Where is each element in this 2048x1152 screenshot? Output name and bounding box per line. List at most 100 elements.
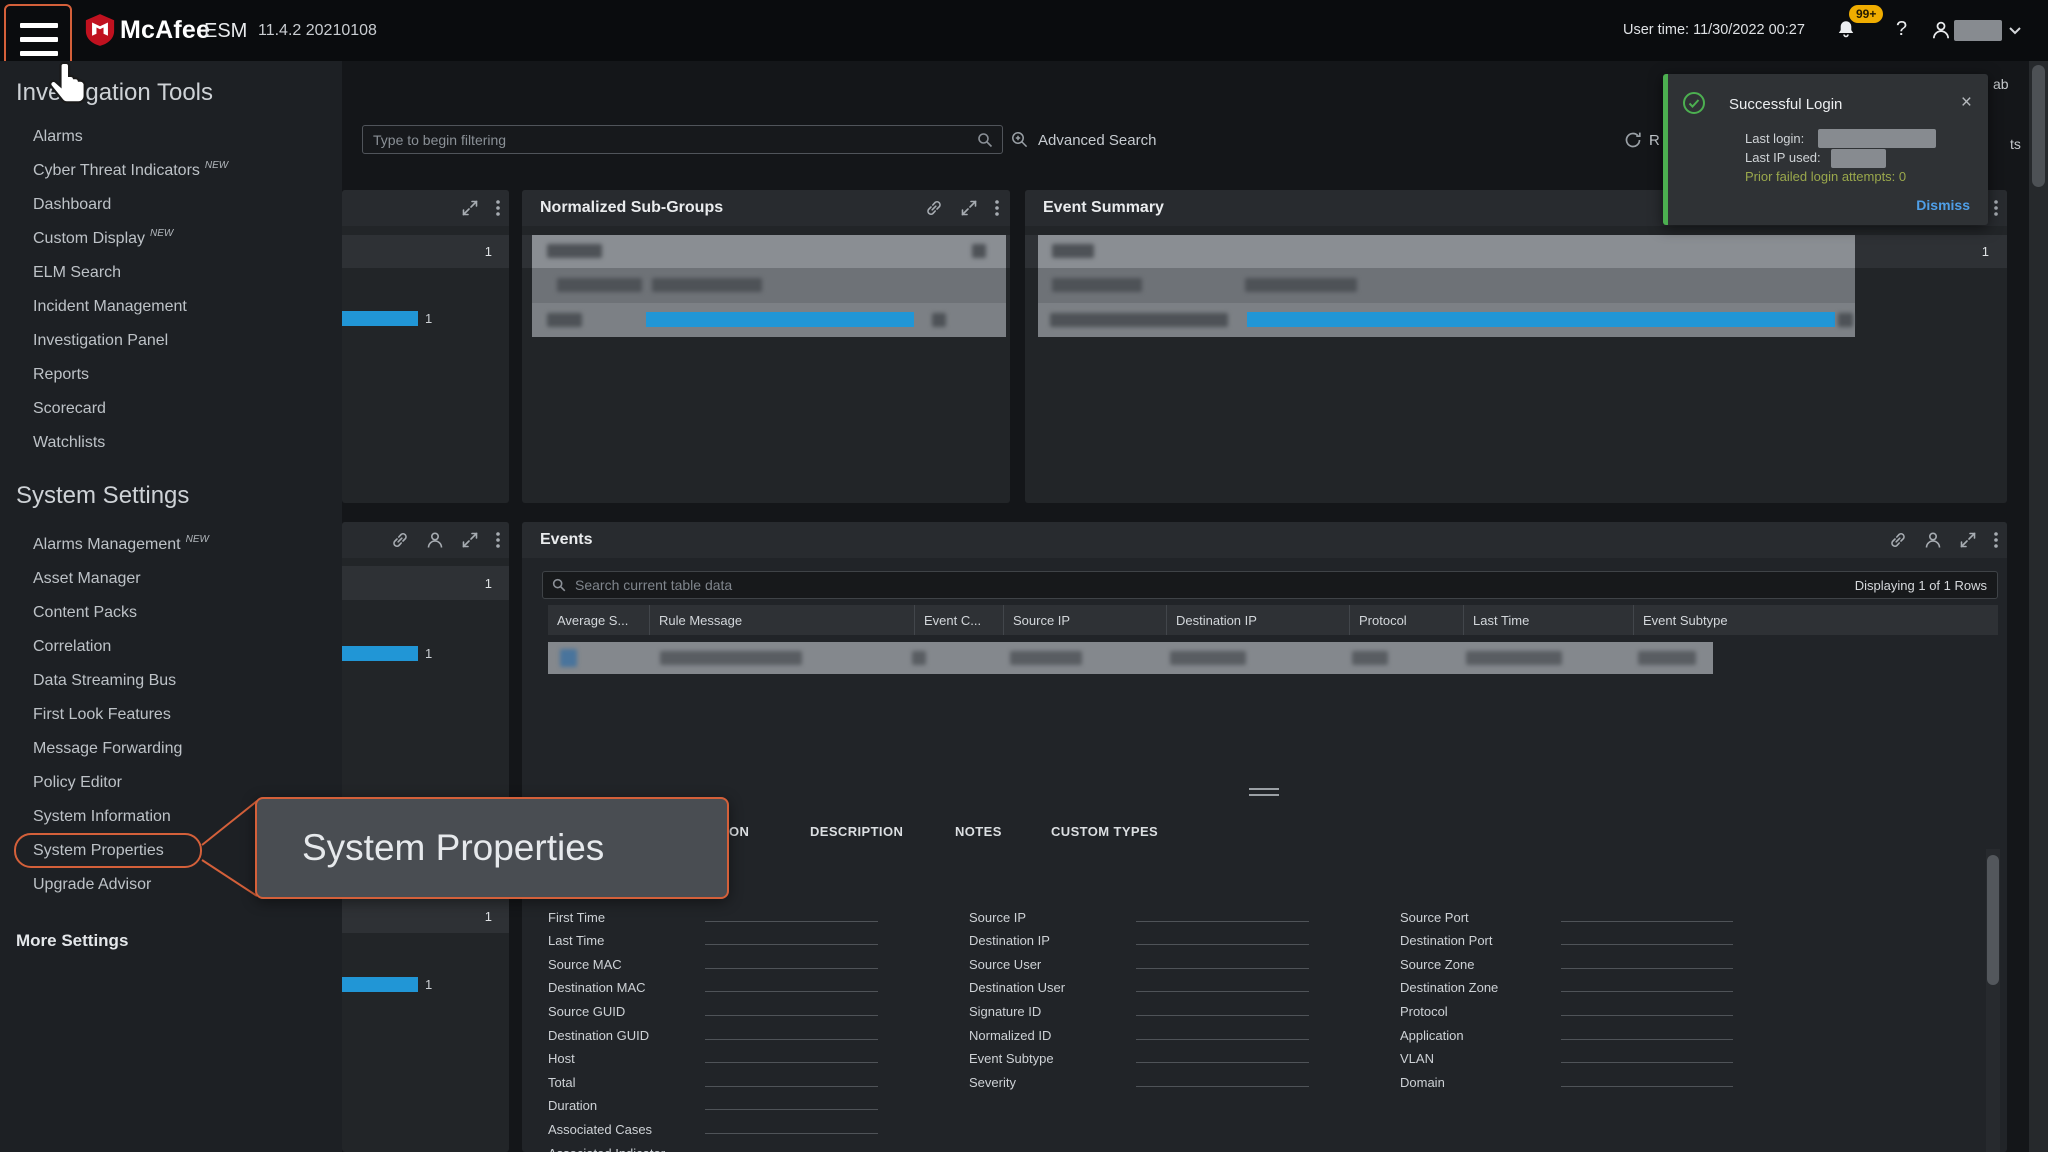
tab-custom-types[interactable]: CUSTOM TYPES <box>1051 824 1158 839</box>
bar-segment[interactable] <box>342 977 418 992</box>
username-redacted <box>1954 20 2002 41</box>
column-header[interactable]: Event C... <box>914 605 1003 635</box>
sidebar-item-scorecard[interactable]: Scorecard <box>0 392 342 426</box>
sidebar-item-data-streaming-bus[interactable]: Data Streaming Bus <box>0 664 342 698</box>
sidebar-item-custom-display[interactable]: Custom DisplayNEW <box>0 222 342 256</box>
tab-notes[interactable]: NOTES <box>955 824 1002 839</box>
clipped-text-fragment: ab <box>1993 76 2009 92</box>
column-header[interactable]: Rule Message <box>649 605 914 635</box>
field-label: Destination Port <box>1400 933 1561 951</box>
sidebar-item-incident-management[interactable]: Incident Management <box>0 290 342 324</box>
search-icon[interactable] <box>976 131 1002 149</box>
sidebar-item-content-packs[interactable]: Content Packs <box>0 596 342 630</box>
row-count-status: Displaying 1 of 1 Rows <box>1855 578 1997 593</box>
sidebar-item-message-forwarding[interactable]: Message Forwarding <box>0 732 342 766</box>
field-value-line <box>1136 921 1309 922</box>
column-header[interactable]: Last Time <box>1463 605 1633 635</box>
details-scrollbar[interactable] <box>1986 849 2000 1152</box>
kebab-menu-icon[interactable] <box>495 530 501 550</box>
kebab-menu-icon[interactable] <box>994 198 1000 218</box>
sidebar-item-label: ELM Search <box>33 264 121 282</box>
field-value-line <box>1561 1039 1733 1040</box>
page-scrollbar[interactable] <box>2029 61 2048 1152</box>
expand-icon[interactable] <box>460 198 480 218</box>
panel-title: Normalized Sub-Groups <box>540 199 723 217</box>
last-login-value-redacted <box>1818 129 1936 148</box>
table-search-bar: Displaying 1 of 1 Rows <box>542 571 1998 599</box>
product-name: ESM <box>204 20 247 43</box>
sidebar-item-dashboard[interactable]: Dashboard <box>0 188 342 222</box>
sidebar-item-reports[interactable]: Reports <box>0 358 342 392</box>
panel-left-top-header <box>342 190 509 226</box>
table-search-input[interactable] <box>567 577 1855 593</box>
field-row: Destination User <box>969 975 1309 999</box>
count-row: 1 <box>342 899 509 933</box>
column-header[interactable]: Source IP <box>1003 605 1166 635</box>
field-label: Total <box>548 1075 705 1093</box>
sidebar-item-alarms-management[interactable]: Alarms ManagementNEW <box>0 528 342 562</box>
expand-icon[interactable] <box>1958 530 1978 550</box>
close-icon[interactable]: × <box>1961 92 1972 114</box>
sidebar-item-elm-search[interactable]: ELM Search <box>0 256 342 290</box>
sidebar-item-watchlists[interactable]: Watchlists <box>0 426 342 460</box>
dismiss-button[interactable]: Dismiss <box>1916 197 1970 213</box>
field-row: Last Time <box>548 928 878 952</box>
field-label: Source IP <box>969 910 1136 928</box>
bar-segment[interactable] <box>342 311 418 326</box>
column-header[interactable]: Event Subtype <box>1633 605 1998 635</box>
field-label: Destination MAC <box>548 980 705 998</box>
table-row-redacted[interactable] <box>548 642 1713 674</box>
sidebar-item-correlation[interactable]: Correlation <box>0 630 342 664</box>
refresh-label-fragment: R <box>1649 132 1660 149</box>
expand-icon[interactable] <box>460 530 480 550</box>
sidebar-item-alarms[interactable]: Alarms <box>0 120 342 154</box>
filter-input[interactable] <box>363 132 976 148</box>
advanced-search-button[interactable]: Advanced Search <box>1010 130 1156 150</box>
link-icon[interactable] <box>390 530 410 550</box>
refresh-button[interactable]: R <box>1623 130 1660 150</box>
field-value-line <box>1561 991 1733 992</box>
column-header[interactable]: Destination IP <box>1166 605 1349 635</box>
link-icon[interactable] <box>1888 530 1908 550</box>
panel-left-mid-header <box>342 522 509 558</box>
detail-fields-column-1: First Time Last Time Source MAC Destinat… <box>548 904 878 1152</box>
help-icon[interactable]: ? <box>1896 18 1907 41</box>
notification-count-badge[interactable]: 99+ <box>1849 5 1883 23</box>
person-icon[interactable] <box>425 530 445 550</box>
field-value-line <box>1136 991 1309 992</box>
hamburger-icon <box>20 23 58 28</box>
field-label: Source MAC <box>548 957 705 975</box>
last-ip-label: Last IP used: <box>1745 150 1821 165</box>
column-header[interactable]: Average S... <box>548 605 649 635</box>
advanced-search-icon <box>1010 130 1030 150</box>
person-icon[interactable] <box>1923 530 1943 550</box>
column-header[interactable]: Protocol <box>1349 605 1463 635</box>
bar-segment[interactable] <box>342 646 418 661</box>
kebab-menu-icon[interactable] <box>495 198 501 218</box>
kebab-menu-icon[interactable] <box>1993 530 1999 550</box>
chevron-down-icon[interactable] <box>2008 26 2022 36</box>
link-icon[interactable] <box>924 198 944 218</box>
sidebar-item-policy-editor[interactable]: Policy Editor <box>0 766 342 800</box>
details-scrollbar-thumb[interactable] <box>1987 855 1999 985</box>
tab-description[interactable]: DESCRIPTION <box>810 824 903 839</box>
sidebar-item-first-look-features[interactable]: First Look Features <box>0 698 342 732</box>
last-ip-value-redacted <box>1831 149 1886 168</box>
expand-icon[interactable] <box>959 198 979 218</box>
field-label: First Time <box>548 910 705 928</box>
user-account-icon[interactable] <box>1930 19 1952 41</box>
highlight-outline <box>14 833 202 868</box>
page-scrollbar-thumb[interactable] <box>2032 65 2045 187</box>
sidebar-item-cyber-threat-indicators[interactable]: Cyber Threat IndicatorsNEW <box>0 154 342 188</box>
splitter-handle[interactable] <box>1249 788 1279 796</box>
kebab-menu-icon[interactable] <box>1993 198 1999 218</box>
field-label: Source Zone <box>1400 957 1561 975</box>
sidebar-item-asset-manager[interactable]: Asset Manager <box>0 562 342 596</box>
field-row: Destination Port <box>1400 928 1733 952</box>
sidebar-item-investigation-panel[interactable]: Investigation Panel <box>0 324 342 358</box>
sidebar-item-label: Watchlists <box>33 434 105 452</box>
detail-fields-column-2: Source IP Destination IP Source User Des… <box>969 904 1309 1093</box>
field-row: First Time <box>548 904 878 928</box>
more-settings-link[interactable]: More Settings <box>16 931 128 951</box>
sidebar-item-label: Upgrade Advisor <box>33 876 151 894</box>
